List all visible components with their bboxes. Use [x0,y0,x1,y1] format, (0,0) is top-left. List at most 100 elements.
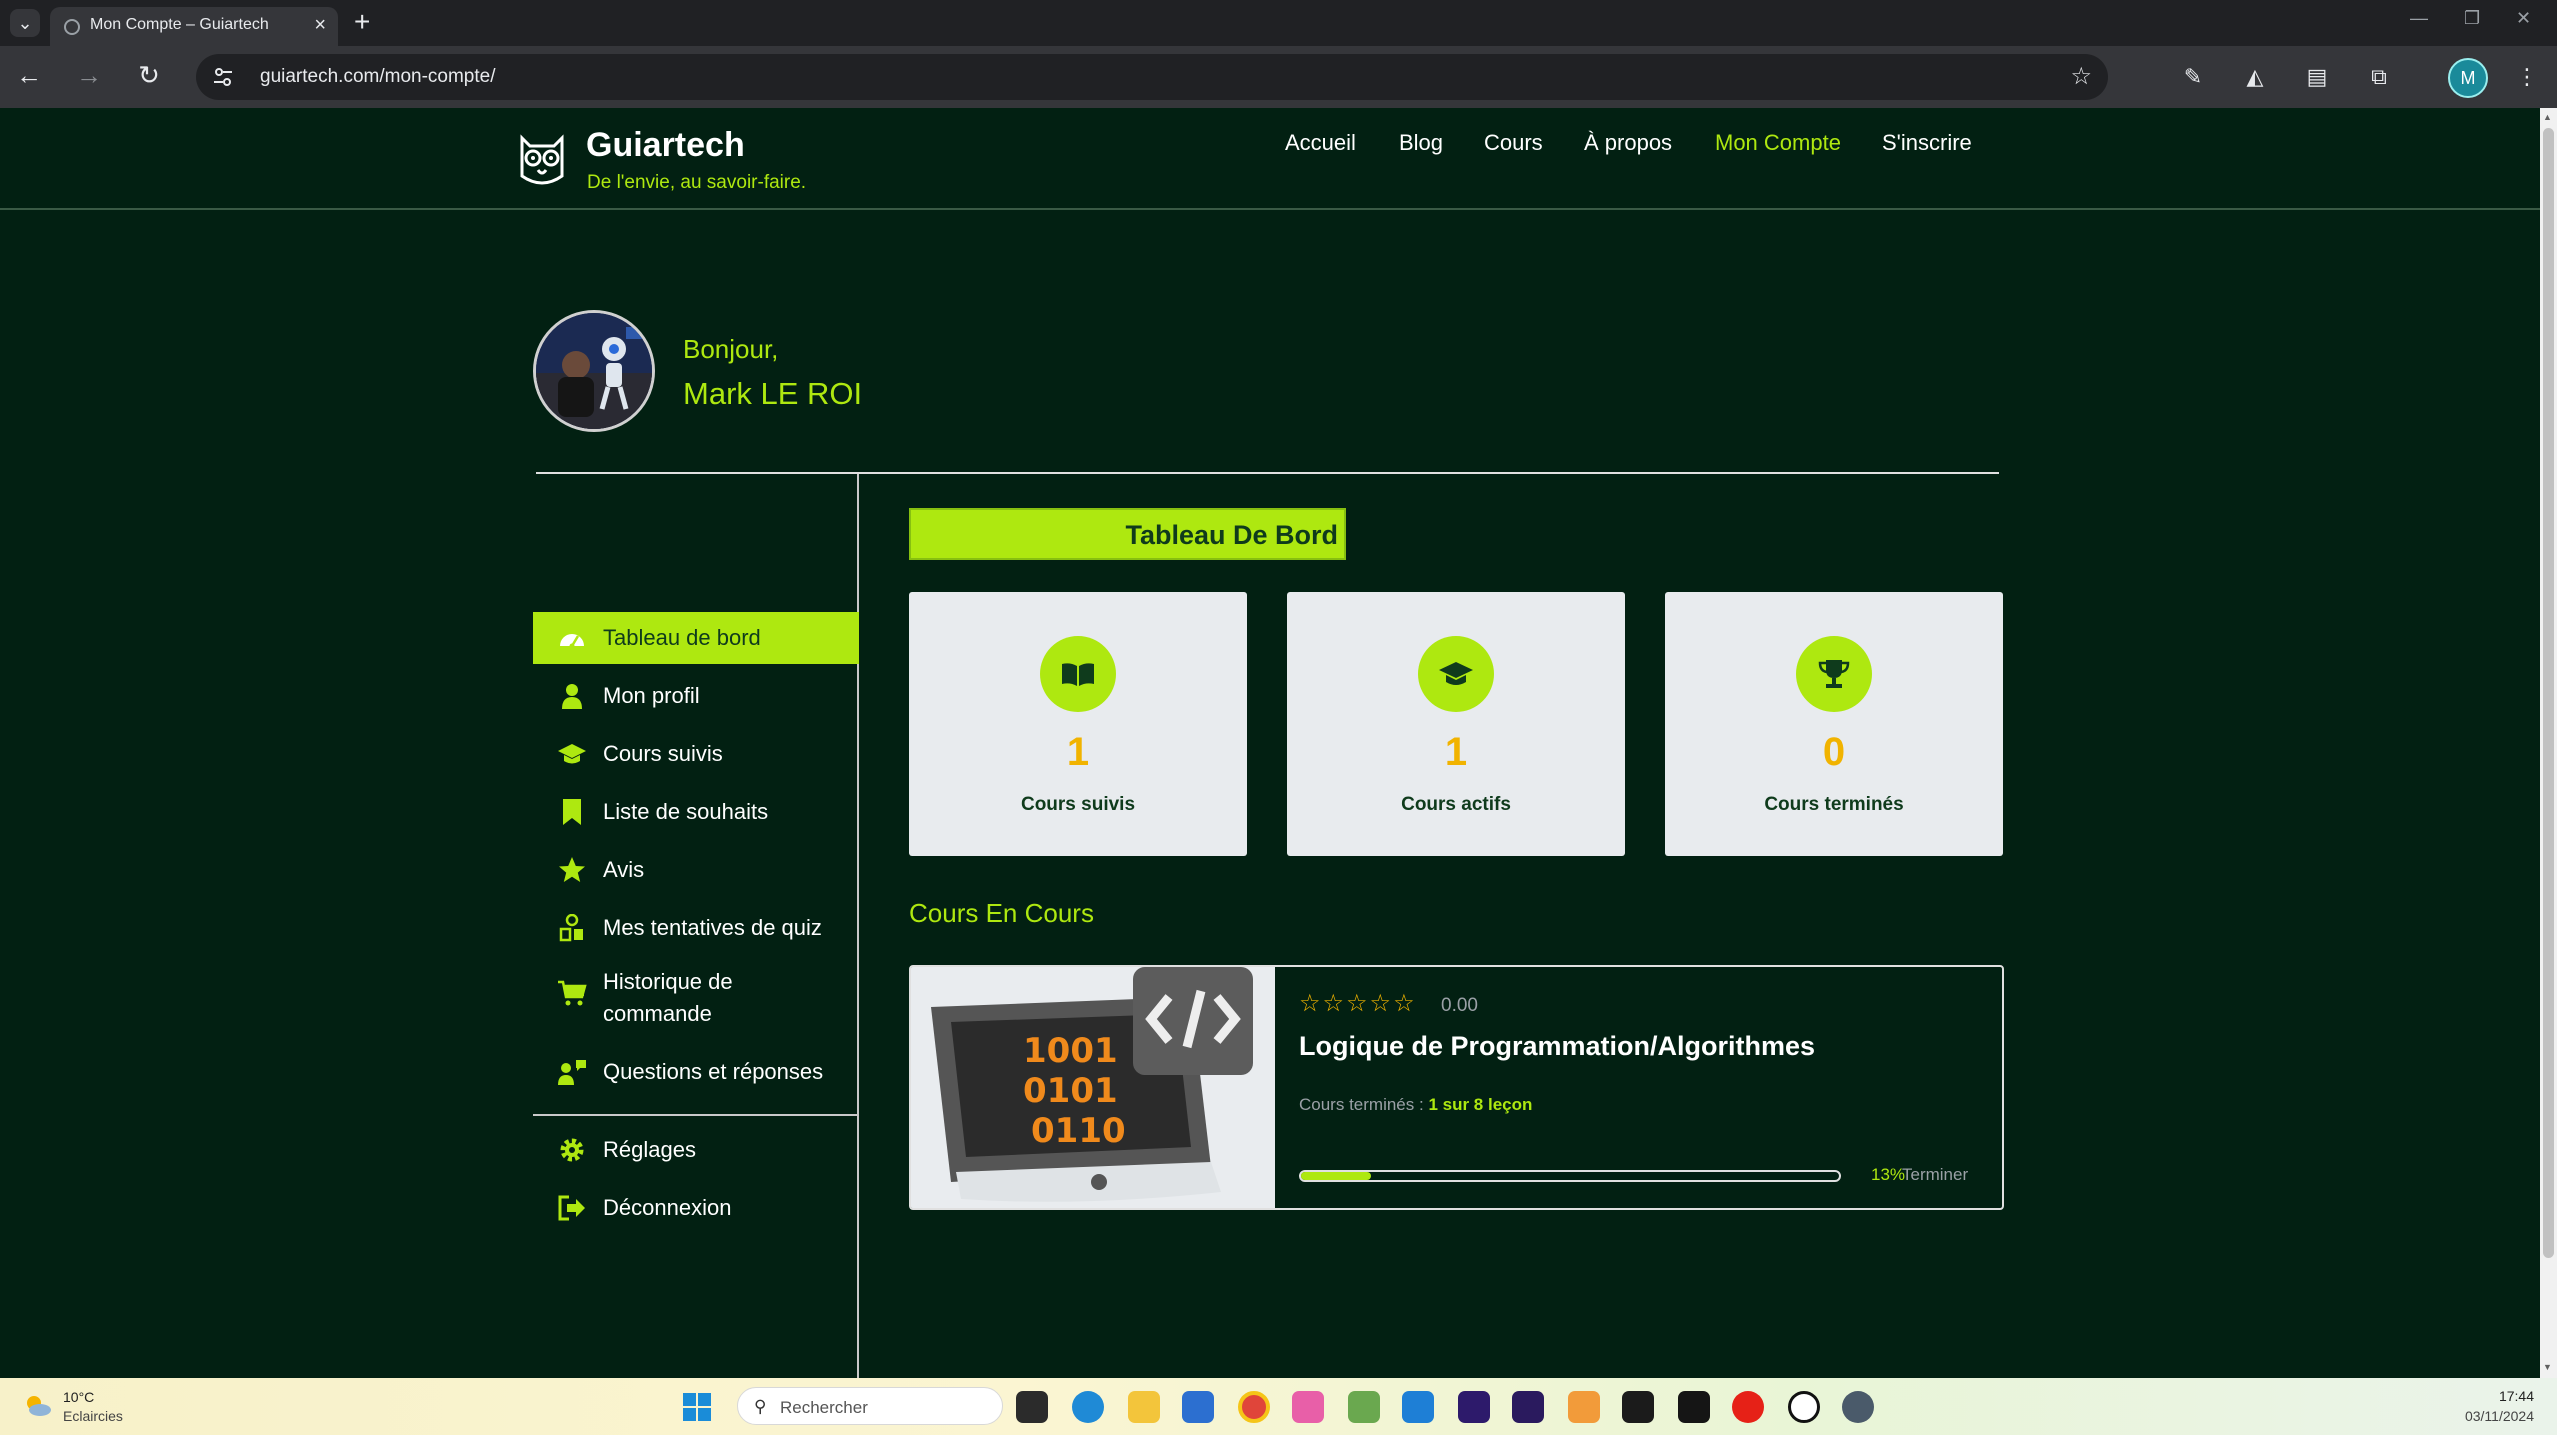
file-explorer-icon[interactable] [1128,1391,1160,1423]
vscode-icon[interactable] [1402,1391,1434,1423]
stat-value: 0 [1822,730,1846,774]
dashboard-icon [557,623,587,653]
premiere-icon[interactable] [1458,1391,1490,1423]
chatgpt-icon[interactable] [1788,1391,1820,1423]
trophy-icon [1796,636,1872,712]
dashboard-title-banner: Tableau De Bord [909,508,1346,560]
sidebar-item-label: Déconnexion [603,1195,732,1220]
nav-link-mon-compte[interactable]: Mon Compte [1715,130,1841,156]
snipping-tool-icon[interactable] [1348,1391,1380,1423]
forward-icon[interactable]: → [72,60,106,91]
menu-dots-icon[interactable]: ⋮ [2512,62,2542,92]
weather-cloud-icon[interactable] [22,1392,52,1418]
lessons-done-label: Cours terminés : [1299,1095,1424,1114]
site-info-icon[interactable] [212,66,234,88]
sidebar-item-label: Tableau de bord [603,625,761,650]
stat-card-cours-termines: 0 Cours terminés [1665,592,2003,856]
stat-card-cours-suivis: 1 Cours suivis [909,592,1247,856]
nav-link-accueil[interactable]: Accueil [1285,130,1356,156]
scroll-up-icon[interactable]: ▲ [2543,112,2552,122]
sidebar-item-label: Questions et réponses [603,1059,824,1084]
sidebar-item-cours-suivis[interactable]: Cours suivis [533,728,859,780]
extension-icon[interactable]: ◭ [2240,62,2270,92]
scrollbar-thumb[interactable] [2543,128,2554,1258]
bookmark-icon [557,797,587,827]
weather-description[interactable]: Eclaircies [63,1408,123,1424]
settings-gear-icon[interactable] [1842,1391,1874,1423]
profile-avatar[interactable]: M [2448,58,2488,98]
site-header: Guiartech De l'envie, au savoir-faire. A… [0,108,2540,210]
scroll-down-icon[interactable]: ▼ [2543,1362,2552,1372]
rating-stars-icon: ☆☆☆☆☆ [1299,990,1417,1017]
page-scrollbar[interactable]: ▲ ▼ [2540,108,2557,1378]
sidebar-item-label: Réglages [603,1137,696,1162]
store-icon[interactable] [1182,1391,1214,1423]
owl-logo-icon[interactable] [516,132,568,190]
nav-link-sinscrire[interactable]: S'inscrire [1882,130,1972,156]
restore-icon[interactable]: ❐ [2464,8,2480,29]
tab-search-button[interactable]: ⌄ [10,9,40,37]
greeting-text: Bonjour, [683,334,779,364]
graduation-cap-icon [557,739,587,769]
sidebar-divider [533,1114,859,1116]
url-text: guiartech.com/mon-compte/ [260,66,496,87]
sidebar-item-label: Liste de souhaits [603,799,769,824]
minimize-icon[interactable]: — [2410,8,2428,29]
svg-text:1001: 1001 [1023,1031,1118,1071]
stat-card-cours-actifs: 1 Cours actifs [1287,592,1625,856]
sidebar-item-tableau-de-bord[interactable]: Tableau de bord [533,612,859,664]
cart-icon [557,978,587,1008]
weather-temperature[interactable]: 10°C [63,1389,94,1405]
taskbar-date[interactable]: 03/11/2024 [2454,1408,2534,1424]
sidebar-item-mon-profil[interactable]: Mon profil [533,670,859,722]
browser-tab-bar: ⌄ Mon Compte – Guiartech × + — ❐ ✕ [0,0,2557,46]
figma-icon[interactable] [1622,1391,1654,1423]
sidebar-item-label: Avis [603,857,645,882]
chrome-icon[interactable] [1238,1391,1270,1423]
photos-icon[interactable] [1292,1391,1324,1423]
user-icon [557,681,587,711]
sidebar-item-liste-de-souhaits[interactable]: Liste de souhaits [533,786,859,838]
sidebar-item-avis[interactable]: Avis [533,844,859,896]
task-view-icon[interactable] [1016,1391,1048,1423]
sidebar-item-reglages[interactable]: Réglages [533,1124,859,1176]
tab-close-icon[interactable]: × [314,14,326,37]
course-title[interactable]: Logique de Programmation/Algorithmes [1299,1031,1815,1062]
windows-start-icon[interactable] [683,1393,711,1421]
back-icon[interactable]: ← [12,60,46,91]
edge-icon[interactable] [1072,1391,1104,1423]
finish-link[interactable]: Terminer [1902,1165,1968,1185]
pen-extension-icon[interactable]: ✎ [2178,62,2208,92]
search-icon: ⚲ [754,1397,767,1416]
youtube-icon[interactable] [1732,1391,1764,1423]
reading-list-icon[interactable]: ▤ [2302,62,2332,92]
course-card[interactable]: 1001 0101 0110 ☆☆☆☆☆ 0.00 Logique de Pro… [909,965,2004,1210]
stat-value: 1 [1444,730,1468,774]
sidebar-item-label: Historique de commande [603,969,733,1026]
sidebar-item-deconnexion[interactable]: Déconnexion [533,1182,859,1234]
app-icon[interactable] [1568,1391,1600,1423]
site-title[interactable]: Guiartech [586,126,745,165]
nav-link-blog[interactable]: Blog [1399,130,1443,156]
course-thumbnail[interactable]: 1001 0101 0110 [911,967,1275,1208]
after-effects-icon[interactable] [1512,1391,1544,1423]
capcut-icon[interactable] [1678,1391,1710,1423]
quiz-icon [557,913,587,943]
taskbar-time[interactable]: 17:44 [2484,1388,2534,1404]
sidebar-item-quiz[interactable]: Mes tentatives de quiz [533,902,859,954]
close-window-icon[interactable]: ✕ [2516,8,2531,29]
extensions-puzzle-icon[interactable]: ⧉ [2364,62,2394,92]
sidebar-item-historique-de-commande[interactable]: Historique de commande [533,960,859,1026]
new-tab-button[interactable]: + [354,6,370,38]
taskbar-search-input[interactable]: ⚲ Rechercher [737,1387,1003,1425]
address-bar[interactable]: guiartech.com/mon-compte/ ☆ [196,54,2108,100]
nav-link-cours[interactable]: Cours [1484,130,1543,156]
lessons-done: Cours terminés : 1 sur 8 leçon [1299,1095,1532,1115]
nav-link-a-propos[interactable]: À propos [1584,130,1672,156]
bookmark-star-icon[interactable]: ☆ [2070,62,2092,91]
dashboard-sidebar: Tableau de bord Mon profil Cours suivis … [533,474,859,1378]
browser-tab[interactable]: Mon Compte – Guiartech × [50,7,338,46]
sidebar-item-questions-reponses[interactable]: Questions et réponses [533,1046,859,1098]
in-progress-heading: Cours En Cours [909,898,1094,928]
reload-icon[interactable]: ↻ [132,60,166,91]
